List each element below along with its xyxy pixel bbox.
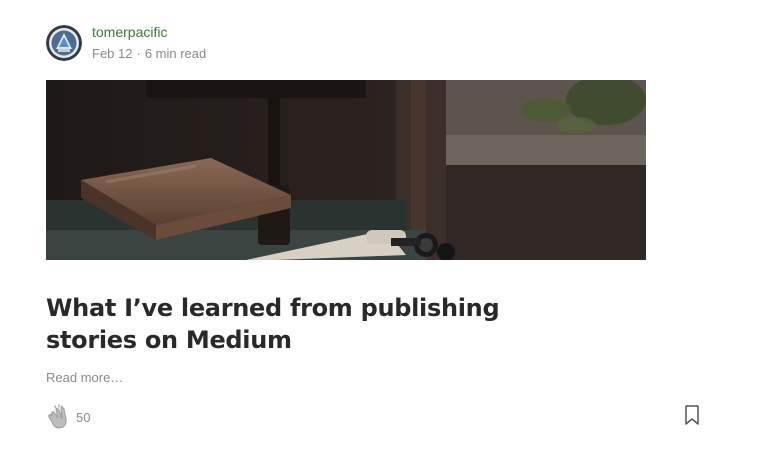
author-row: tomerpacific Feb 12 · 6 min read	[46, 24, 206, 62]
author-name-link[interactable]: tomerpacific	[92, 23, 206, 41]
bookmark-icon[interactable]	[684, 405, 700, 425]
post-meta: Feb 12 · 6 min read	[92, 45, 206, 63]
clap-count[interactable]: 50	[76, 410, 90, 425]
author-avatar[interactable]	[46, 25, 82, 61]
read-more-link[interactable]: Read more…	[46, 370, 123, 386]
clap-area: 50	[46, 404, 90, 430]
clap-icon[interactable]	[46, 404, 70, 430]
post-card: tomerpacific Feb 12 · 6 min read What I’…	[0, 0, 768, 454]
meta-separator: ·	[136, 46, 141, 61]
post-date: Feb 12	[92, 46, 133, 61]
author-meta: tomerpacific Feb 12 · 6 min read	[92, 23, 206, 63]
hero-image[interactable]	[46, 80, 646, 260]
read-time: 6 min read	[144, 46, 207, 61]
post-title[interactable]: What I’ve learned from publishing storie…	[46, 292, 566, 356]
